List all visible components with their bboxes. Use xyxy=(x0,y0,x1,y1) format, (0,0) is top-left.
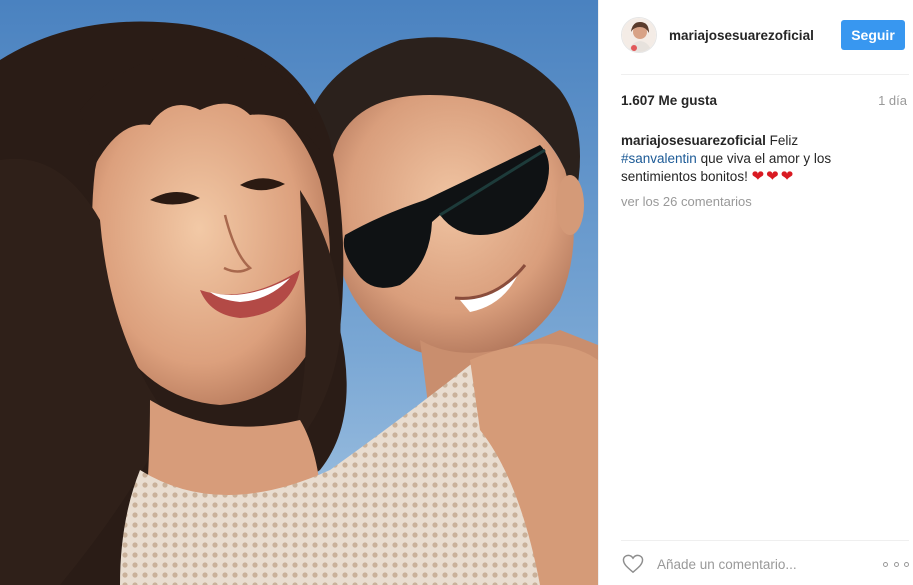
more-options-icon[interactable] xyxy=(883,554,909,574)
post-stats: 1.607 Me gusta 1 día xyxy=(621,93,909,108)
caption-hashtag[interactable]: #sanvalentin xyxy=(621,151,697,166)
header-divider xyxy=(621,74,909,75)
post-header: mariajosesuarezoficial Seguir xyxy=(621,14,909,56)
dot xyxy=(883,561,888,567)
caption-text-start: Feliz xyxy=(769,133,799,148)
selfie-photo-illustration xyxy=(0,0,598,585)
post-photo[interactable] xyxy=(0,0,598,585)
heart-emojis: ❤❤❤ xyxy=(751,168,796,185)
dot xyxy=(893,561,899,567)
comment-input[interactable] xyxy=(655,555,859,573)
header-username[interactable]: mariajosesuarezoficial xyxy=(669,28,841,43)
comment-divider xyxy=(621,540,909,541)
heart-outline-icon[interactable] xyxy=(621,552,645,576)
avatar-image xyxy=(622,18,656,52)
likes-count[interactable]: 1.607 Me gusta xyxy=(621,93,717,108)
comment-bar xyxy=(621,550,909,578)
caption-username[interactable]: mariajosesuarezoficial xyxy=(621,133,766,148)
dot xyxy=(904,561,909,567)
post-caption: mariajosesuarezoficial Feliz #sanvalenti… xyxy=(621,132,861,186)
post-time[interactable]: 1 día xyxy=(878,93,907,108)
instagram-post: mariajosesuarezoficial Seguir 1.607 Me g… xyxy=(0,0,913,585)
view-all-comments-link[interactable]: ver los 26 comentarios xyxy=(621,194,752,209)
follow-button[interactable]: Seguir xyxy=(841,20,905,50)
avatar[interactable] xyxy=(621,17,657,53)
post-side-panel: mariajosesuarezoficial Seguir 1.607 Me g… xyxy=(598,0,913,585)
